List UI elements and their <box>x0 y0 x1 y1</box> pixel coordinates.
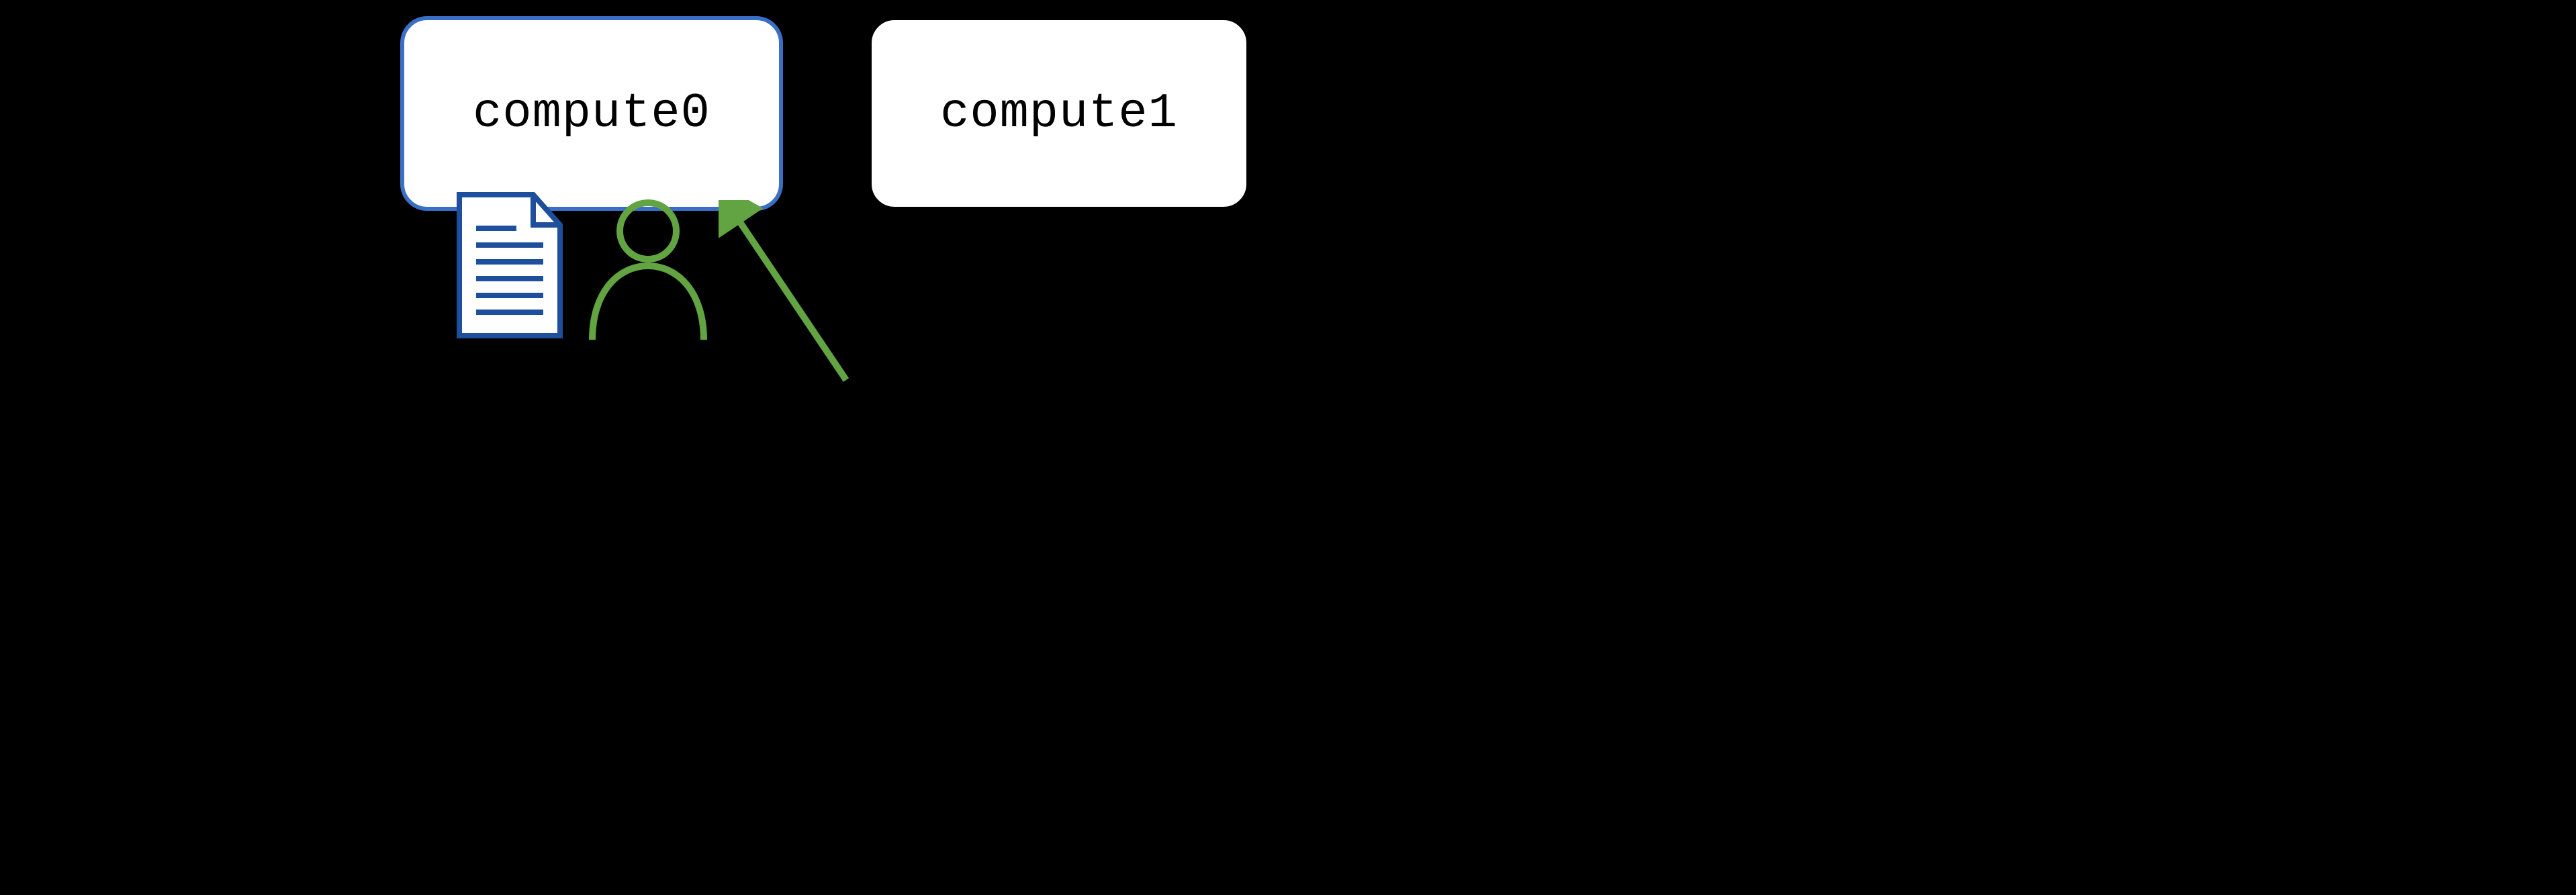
person-icon <box>584 199 712 350</box>
compute1-node: compute1 <box>868 16 1250 211</box>
compute0-label: compute0 <box>473 86 710 141</box>
compute0-node: compute0 <box>400 16 783 211</box>
arrow-to-compute0 <box>719 200 860 391</box>
document-icon <box>453 188 567 346</box>
compute1-label: compute1 <box>940 86 1178 141</box>
